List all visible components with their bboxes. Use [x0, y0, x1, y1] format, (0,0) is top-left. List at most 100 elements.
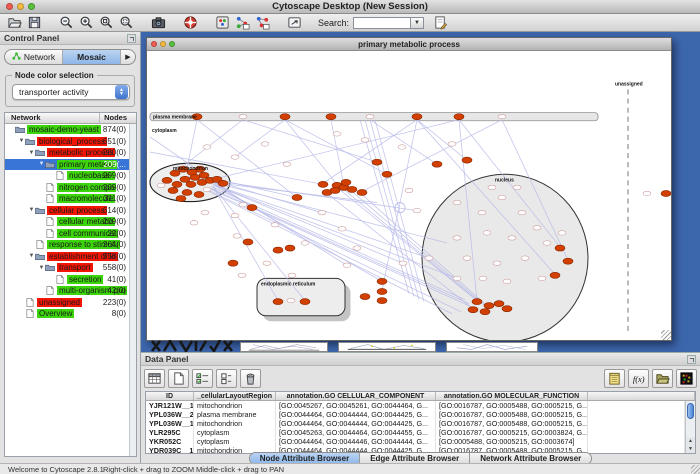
selected-network-node[interactable] [468, 307, 478, 313]
tree-row[interactable]: ▼primary metabo209(... [5, 159, 129, 171]
network-node[interactable] [263, 261, 271, 265]
tree-row[interactable]: ▼biological_process651(0) [5, 136, 129, 148]
network-node[interactable] [190, 221, 198, 225]
delete-attr-icon[interactable] [240, 369, 261, 388]
network-node[interactable] [203, 187, 211, 191]
table-row[interactable]: YLR295Ccytoplasm[GO:0045263, GO:0044464,… [146, 428, 685, 437]
function-icon[interactable]: f(x) [628, 369, 649, 388]
tree-row[interactable]: nitrogen compo209(0) [5, 182, 129, 194]
tree-row[interactable]: ▼metabolic process280(0) [5, 147, 129, 159]
network-node[interactable] [361, 138, 369, 142]
network-node[interactable] [201, 210, 209, 214]
selected-network-node[interactable] [484, 303, 494, 309]
selected-network-node[interactable] [218, 180, 228, 186]
network-node[interactable] [483, 231, 491, 235]
network-node[interactable] [479, 276, 487, 280]
network-node[interactable] [453, 200, 461, 204]
column-header[interactable]: annotation.GO MOLECULAR_FUNCTION [436, 392, 588, 400]
network-node[interactable] [231, 213, 239, 217]
expand-arrow-icon[interactable]: ▼ [18, 138, 25, 144]
selected-network-node[interactable] [563, 258, 573, 264]
table-row[interactable]: YPL036W__1mitochondrion[GO:0044464, GO:0… [146, 419, 685, 428]
network-node[interactable] [238, 273, 246, 277]
selected-network-node[interactable] [162, 177, 172, 183]
network-node[interactable] [478, 210, 486, 214]
network-node[interactable] [261, 142, 269, 146]
selected-network-node[interactable] [285, 245, 295, 251]
selected-network-node[interactable] [377, 278, 387, 284]
manual-layout-icon[interactable] [286, 15, 303, 30]
expand-arrow-icon[interactable]: ▼ [38, 265, 45, 271]
network-node[interactable] [533, 226, 541, 230]
zoom-in-icon[interactable] [78, 15, 95, 30]
tree-row[interactable]: ▼establishment of lo558(0) [5, 251, 129, 263]
tree-row[interactable]: Overview8(0) [5, 308, 129, 320]
selected-network-node[interactable] [172, 181, 182, 187]
network-node[interactable] [239, 202, 247, 206]
selected-network-node[interactable] [168, 187, 178, 193]
selected-network-node[interactable] [280, 114, 290, 120]
network-node[interactable] [338, 227, 346, 231]
network-node[interactable] [288, 273, 296, 277]
table-scrollbar[interactable]: ▲▼ [685, 401, 695, 453]
selected-network-node[interactable] [550, 272, 560, 278]
selected-network-node[interactable] [182, 189, 192, 195]
network-node[interactable] [558, 231, 566, 235]
network-node[interactable] [498, 114, 506, 118]
selected-network-node[interactable] [176, 196, 186, 202]
selected-network-node[interactable] [347, 186, 357, 192]
selected-network-node[interactable] [318, 181, 328, 187]
network-node[interactable] [366, 114, 374, 118]
expand-arrow-icon[interactable]: ▼ [28, 207, 35, 213]
attr-table-icon[interactable] [144, 369, 165, 388]
selected-network-node[interactable] [300, 299, 310, 305]
selected-network-node[interactable] [228, 260, 238, 266]
network-node[interactable] [448, 142, 456, 146]
selected-network-node[interactable] [661, 190, 671, 196]
selected-network-node[interactable] [472, 299, 482, 305]
expand-arrow-icon[interactable]: ▼ [28, 253, 35, 259]
network-node[interactable] [543, 241, 551, 245]
import-attrs-icon[interactable] [652, 369, 673, 388]
zoom-region-icon[interactable] [118, 15, 135, 30]
network-node[interactable] [231, 155, 239, 159]
selected-network-node[interactable] [382, 171, 392, 177]
network-node[interactable] [405, 188, 413, 192]
tree-header-network[interactable]: Network [5, 113, 100, 123]
help-icon[interactable] [182, 15, 199, 30]
tree-scrollbar[interactable] [129, 124, 136, 456]
network-node[interactable] [508, 236, 516, 240]
expand-arrow-icon[interactable]: ▼ [38, 161, 45, 167]
network-node[interactable] [271, 223, 279, 227]
selected-network-node[interactable] [412, 114, 422, 120]
selected-network-node[interactable] [360, 294, 370, 300]
selected-network-node[interactable] [480, 309, 490, 315]
selected-network-node[interactable] [186, 181, 196, 187]
selected-network-node[interactable] [555, 245, 565, 251]
network-node[interactable] [538, 276, 546, 280]
network-node[interactable] [493, 261, 501, 265]
scrollbar-thumb[interactable] [687, 403, 694, 419]
network-node[interactable] [239, 114, 247, 118]
network-node[interactable] [503, 279, 511, 283]
unselect-attrs-icon[interactable] [216, 369, 237, 388]
tree-row[interactable]: mosaic-demo-yeast874(0) [5, 124, 129, 136]
selected-network-node[interactable] [247, 205, 257, 211]
tree-row[interactable]: macromolecule311(0) [5, 193, 129, 205]
selected-network-node[interactable] [432, 161, 442, 167]
save-icon[interactable] [26, 15, 43, 30]
background-window-fragment[interactable] [446, 342, 538, 352]
selected-network-node[interactable] [292, 194, 302, 200]
network-node[interactable] [498, 195, 506, 199]
snapshot-icon[interactable] [150, 15, 167, 30]
new-attr-icon[interactable] [168, 369, 189, 388]
window-resize-grip[interactable] [661, 330, 671, 340]
network-node[interactable] [333, 132, 341, 136]
tree-row[interactable]: cellular metabo209(0) [5, 216, 129, 228]
annotation-icon[interactable] [432, 15, 449, 30]
network-node[interactable] [413, 208, 421, 212]
node-color-dropdown[interactable]: transporter activity ▲▼ [12, 84, 130, 100]
network-node[interactable] [425, 256, 433, 260]
selected-network-node[interactable] [194, 191, 204, 197]
network-node[interactable] [287, 298, 295, 302]
